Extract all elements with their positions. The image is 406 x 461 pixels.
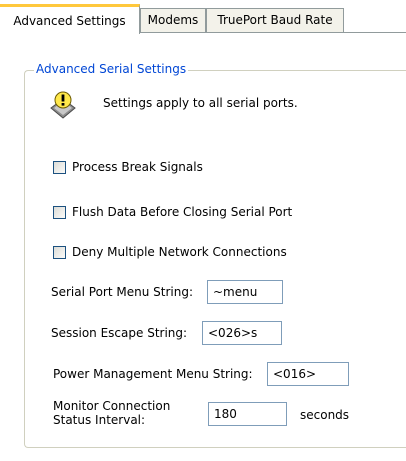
tab-modems-label: Modems (147, 13, 199, 27)
monitor-connection-interval-input[interactable] (208, 402, 287, 426)
monitor-connection-label-line1: Monitor Connection (53, 399, 171, 413)
monitor-connection-label-line2: Status Interval: (53, 413, 146, 427)
power-management-menu-string-input[interactable] (267, 362, 349, 386)
process-break-signals-checkbox[interactable]: Process Break Signals (53, 159, 203, 175)
advanced-settings-dialog: Advanced Settings Modems TruePort Baud R… (0, 0, 406, 461)
session-escape-string-label: Session Escape String: (51, 326, 188, 340)
checkbox-box[interactable] (53, 205, 66, 219)
checkbox-box[interactable] (53, 245, 66, 259)
serial-port-menu-string-input[interactable] (207, 280, 283, 304)
tab-advanced-settings[interactable]: Advanced Settings (0, 4, 140, 34)
deny-multiple-connections-checkbox[interactable]: Deny Multiple Network Connections (53, 244, 287, 260)
session-escape-string-input[interactable] (202, 321, 282, 345)
warning-info-icon (50, 91, 76, 119)
tab-modems[interactable]: Modems (140, 8, 206, 32)
seconds-unit-label: seconds (300, 408, 350, 422)
checkbox-box[interactable] (53, 160, 66, 174)
tab-trueport-baud-rate[interactable]: TruePort Baud Rate (206, 8, 344, 32)
process-break-signals-label: Process Break Signals (72, 160, 203, 174)
power-management-menu-string-label: Power Management Menu String: (53, 367, 253, 381)
flush-data-checkbox[interactable]: Flush Data Before Closing Serial Port (53, 204, 292, 220)
flush-data-label: Flush Data Before Closing Serial Port (72, 205, 293, 219)
tab-advanced-settings-label: Advanced Settings (13, 14, 126, 28)
tab-trueport-baud-rate-label: TruePort Baud Rate (217, 13, 333, 27)
info-text: Settings apply to all serial ports. (103, 96, 298, 110)
serial-port-menu-string-label: Serial Port Menu String: (51, 285, 193, 299)
group-title: Advanced Serial Settings (34, 61, 189, 77)
tab-strip: Advanced Settings Modems TruePort Baud R… (0, 0, 406, 34)
deny-multiple-connections-label: Deny Multiple Network Connections (72, 245, 287, 259)
